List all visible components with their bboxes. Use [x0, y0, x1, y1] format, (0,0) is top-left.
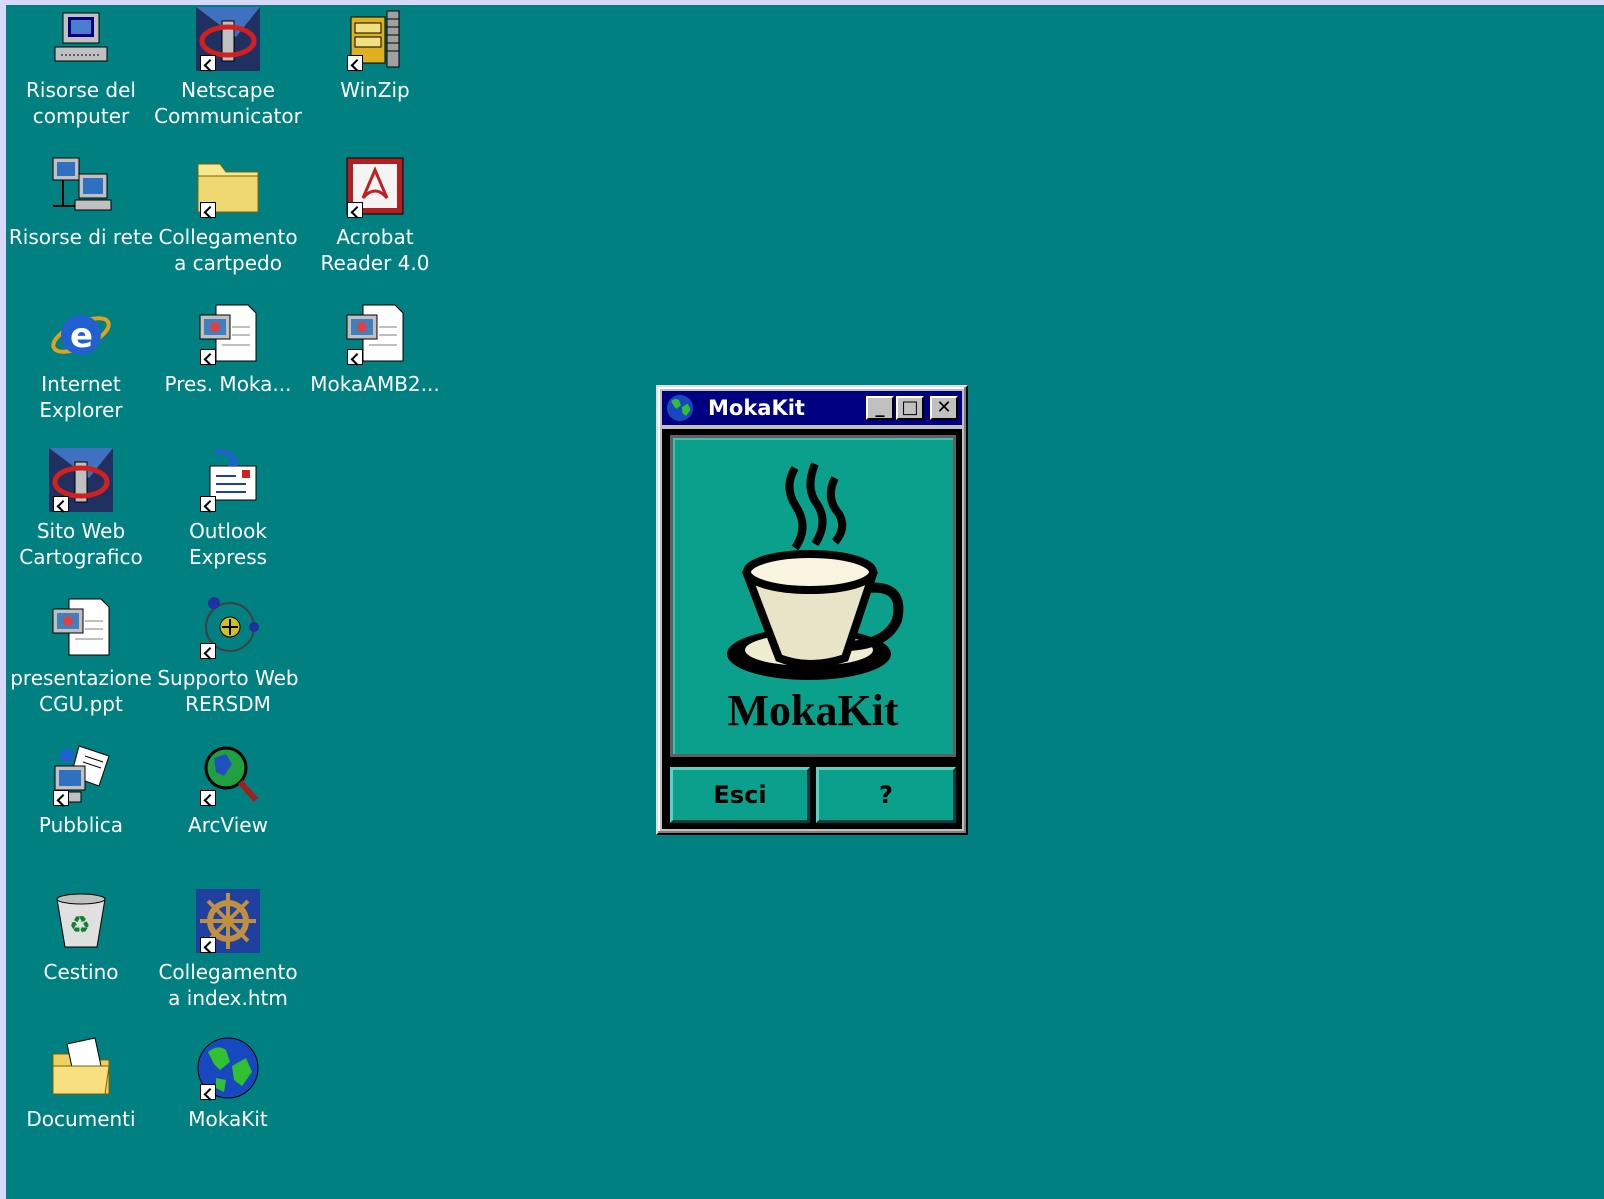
coffee-cup-icon	[727, 462, 904, 680]
icon-label: Documenti	[26, 1107, 136, 1131]
shortcut-arrow-icon	[347, 55, 363, 71]
desktop-icon-presentazione[interactable]: presentazione CGU.ppt	[6, 595, 156, 717]
desktop-icon-netscape[interactable]: Netscape Communicator	[153, 7, 303, 129]
icon-label: Outlook Express	[188, 519, 268, 569]
network-icon	[49, 154, 113, 218]
desktop-icon-supporto-web[interactable]: Supporto Web RERSDM	[153, 595, 303, 717]
icon-label: Supporto Web RERSDM	[157, 666, 299, 716]
globe-icon	[666, 394, 694, 422]
desktop-icon-mokaamb2[interactable]: MokaAMB2...	[300, 301, 450, 397]
exit-button[interactable]: Esci	[670, 767, 810, 823]
icon-label: Risorse del computer	[26, 78, 136, 128]
globe-icon	[196, 1036, 260, 1100]
shortcut-arrow-icon	[200, 1084, 216, 1100]
desktop-icon-acrobat[interactable]: Acrobat Reader 4.0	[300, 154, 450, 276]
svg-text:♻: ♻	[69, 911, 91, 939]
shortcut-arrow-icon	[347, 349, 363, 365]
desktop-icon-documenti[interactable]: Documenti	[6, 1036, 156, 1132]
publish-icon	[49, 742, 113, 806]
desktop-icon-internet-explorer[interactable]: e Internet Explorer	[6, 301, 156, 423]
window-client: MokaKit Esci ?	[662, 429, 962, 829]
helm-icon	[196, 889, 260, 953]
documents-folder-icon	[49, 1036, 113, 1100]
minimize-icon: _	[875, 397, 885, 418]
shortcut-arrow-icon	[53, 496, 69, 512]
splash-panel: MokaKit	[670, 435, 956, 757]
recycle-bin-icon: ♻	[49, 889, 113, 953]
my-computer-icon	[49, 7, 113, 71]
shortcut-arrow-icon	[200, 202, 216, 218]
icon-label: Collegamento a index.htm	[158, 960, 298, 1010]
web-support-icon	[196, 595, 260, 659]
icon-label: presentazione CGU.ppt	[10, 666, 152, 716]
help-button[interactable]: ?	[816, 767, 956, 823]
desktop-icon-cestino[interactable]: ♻ Cestino	[6, 889, 156, 985]
shortcut-arrow-icon	[200, 55, 216, 71]
icon-label: Cestino	[43, 960, 119, 984]
shortcut-arrow-icon	[200, 349, 216, 365]
svg-text:e: e	[70, 316, 93, 356]
desktop-icon-sito-web[interactable]: Sito Web Cartografico	[6, 448, 156, 570]
desktop-icon-outlook-express[interactable]: Outlook Express	[153, 448, 303, 570]
desktop-icon-pres-moka[interactable]: Pres. Moka...	[153, 301, 303, 397]
shortcut-arrow-icon	[53, 790, 69, 806]
close-icon: ✕	[936, 397, 952, 418]
acrobat-icon	[343, 154, 407, 218]
mokakit-window: MokaKit _ □ ✕ MokaKit Esci ?	[656, 385, 968, 835]
arcview-icon	[196, 742, 260, 806]
icon-label: Pres. Moka...	[164, 372, 292, 396]
desktop-icon-winzip[interactable]: WinZip	[300, 7, 450, 103]
close-button[interactable]: ✕	[930, 396, 958, 420]
powerpoint-doc-icon	[196, 301, 260, 365]
desktop-icon-network[interactable]: Risorse di rete	[6, 154, 156, 250]
window-titlebar[interactable]: MokaKit _ □ ✕	[662, 391, 962, 425]
desktop-icon-collegamento-cartpedo[interactable]: Collegamento a cartpedo	[153, 154, 303, 276]
folder-icon	[196, 154, 260, 218]
icon-label: ArcView	[188, 813, 268, 837]
icon-label: MokaAMB2...	[310, 372, 440, 396]
desktop-icon-my-computer[interactable]: Risorse del computer	[6, 7, 156, 129]
icon-label: Internet Explorer	[39, 372, 123, 422]
icon-label: Risorse di rete	[8, 225, 154, 249]
netscape-icon	[196, 7, 260, 71]
internet-explorer-icon: e	[49, 301, 113, 365]
desktop: Risorse del computer Risorse di rete e I…	[6, 5, 1604, 1199]
icon-label: Netscape Communicator	[154, 78, 302, 128]
shortcut-arrow-icon	[200, 496, 216, 512]
icon-label: Sito Web Cartografico	[19, 519, 143, 569]
splash-title: MokaKit	[727, 686, 899, 735]
desktop-icon-pubblica[interactable]: Pubblica	[6, 742, 156, 838]
icon-label: Collegamento a cartpedo	[158, 225, 298, 275]
maximize-button[interactable]: □	[896, 396, 924, 420]
powerpoint-doc-icon	[49, 595, 113, 659]
minimize-button[interactable]: _	[866, 396, 894, 420]
desktop-icon-collegamento-index[interactable]: Collegamento a index.htm	[153, 889, 303, 1011]
icon-label: MokaKit	[188, 1107, 268, 1131]
window-title: MokaKit	[708, 396, 805, 420]
icon-label: Acrobat Reader 4.0	[320, 225, 430, 275]
winzip-icon	[343, 7, 407, 71]
icon-label: Pubblica	[38, 813, 124, 837]
powerpoint-doc-icon	[343, 301, 407, 365]
shortcut-arrow-icon	[200, 643, 216, 659]
shortcut-arrow-icon	[200, 790, 216, 806]
maximize-icon: □	[901, 397, 919, 418]
outlook-express-icon	[196, 448, 260, 512]
netscape-icon	[49, 448, 113, 512]
shortcut-arrow-icon	[200, 937, 216, 953]
shortcut-arrow-icon	[347, 202, 363, 218]
icon-label: WinZip	[340, 78, 410, 102]
desktop-icon-arcview[interactable]: ArcView	[153, 742, 303, 838]
desktop-icon-mokakit[interactable]: MokaKit	[153, 1036, 303, 1132]
